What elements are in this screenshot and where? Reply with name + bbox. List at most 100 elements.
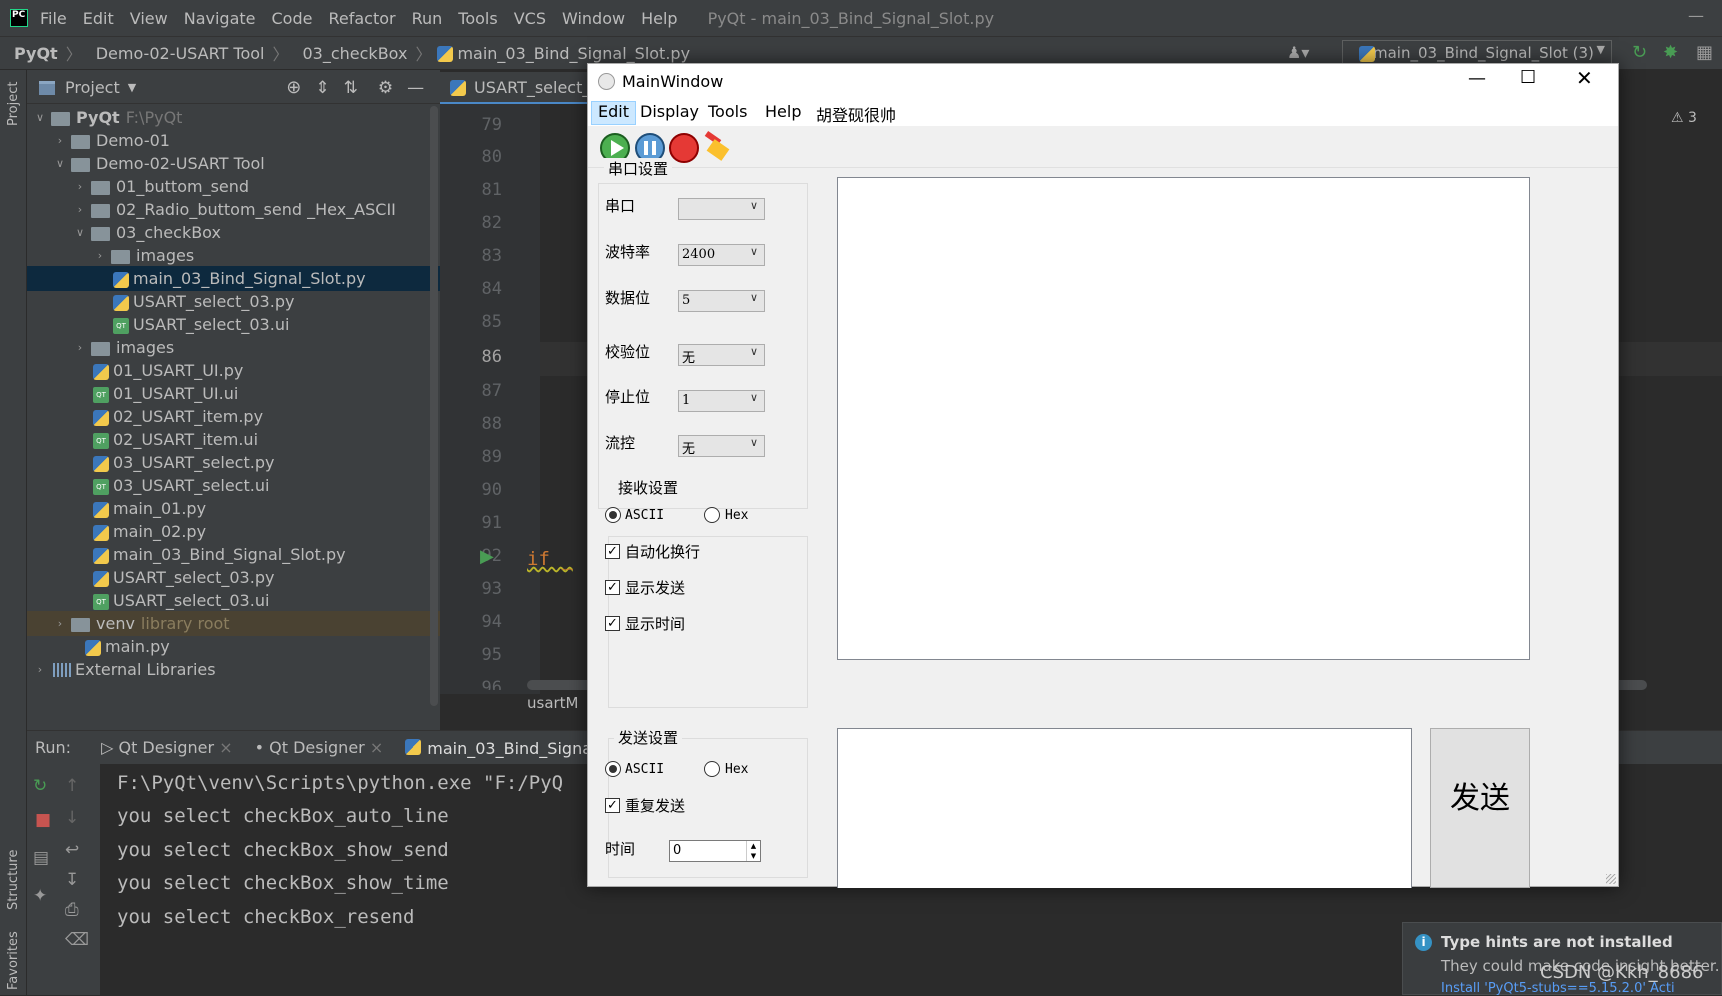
pin-icon[interactable]: ✦ — [33, 886, 47, 906]
tree-item-02-radio[interactable]: › 02_Radio_buttom_send _Hex_ASCII — [27, 197, 440, 222]
menu-code[interactable]: Code — [272, 9, 313, 28]
coverage-icon[interactable]: ▦ — [1696, 42, 1713, 63]
chevron-right-icon[interactable]: › — [53, 134, 67, 147]
send-text-area[interactable] — [837, 728, 1412, 888]
scroll-to-end-icon[interactable]: ↧ — [65, 870, 79, 890]
gear-icon[interactable]: ⚙ — [378, 78, 393, 98]
tree-item-file[interactable]: 03_USART_select.py — [27, 450, 440, 475]
tree-item-main03-selected[interactable]: main_03_Bind_Signal_Slot.py — [27, 266, 440, 291]
menu-navigate[interactable]: Navigate — [184, 9, 256, 28]
notification-popup[interactable]: i Type hints are not installed They coul… — [1402, 922, 1722, 996]
hide-panel-icon[interactable]: — — [407, 78, 424, 98]
tree-item-file[interactable]: QT 02_USART_item.ui — [27, 427, 440, 452]
window-titlebar[interactable]: MainWindow — ☐ ✕ — [588, 64, 1618, 100]
collapse-all-icon[interactable]: ⇅ — [344, 78, 358, 98]
menu-file[interactable]: File — [40, 9, 67, 28]
breadcrumb-checkbox[interactable]: 03_checkBox — [302, 44, 407, 63]
run-gutter-icon[interactable]: ▶ — [480, 546, 494, 567]
repeat-send-checkbox[interactable]: ✓ — [605, 798, 620, 813]
tree-item-demo01[interactable]: › Demo-01 — [27, 128, 440, 153]
menu-refactor[interactable]: Refactor — [328, 9, 395, 28]
chevron-right-icon[interactable]: › — [93, 249, 107, 262]
tree-item-file[interactable]: main_03_Bind_Signal_Slot.py — [27, 542, 440, 567]
run-tab-main03[interactable]: main_03_Bind_Signal — [405, 738, 596, 758]
minimize-icon[interactable]: — — [1468, 68, 1486, 89]
tree-item-demo02[interactable]: ∨ Demo-02-USART Tool — [27, 151, 440, 176]
menu-view[interactable]: View — [130, 9, 168, 28]
qt-menu-tools[interactable]: Tools — [702, 102, 753, 121]
receive-text-area[interactable] — [837, 177, 1530, 660]
tree-item-usart-select-py[interactable]: USART_select_03.py — [27, 289, 440, 314]
chevron-down-icon[interactable]: ∨ — [73, 226, 87, 239]
tree-item-file[interactable]: QT 01_USART_UI.ui — [27, 381, 440, 406]
tree-item-usart-select-ui[interactable]: QT USART_select_03.ui — [27, 312, 440, 337]
send-ascii-radio[interactable] — [605, 761, 621, 777]
port-combo[interactable]: ∨ — [678, 198, 765, 220]
soft-wrap-icon[interactable]: ↩ — [65, 840, 79, 860]
tree-item-file[interactable]: main_02.py — [27, 519, 440, 544]
menu-edit[interactable]: Edit — [83, 9, 114, 28]
chevron-right-icon[interactable]: › — [33, 663, 47, 676]
rerun-icon[interactable]: ↻ — [33, 776, 47, 796]
stopbits-combo[interactable]: 1 ∨ — [678, 390, 765, 412]
record-icon[interactable] — [669, 133, 699, 163]
menu-run[interactable]: Run — [412, 9, 443, 28]
project-scrollbar[interactable] — [430, 106, 438, 706]
chevron-right-icon[interactable]: › — [73, 180, 87, 193]
warning-indicator[interactable]: ⚠ 3 — [1671, 110, 1697, 126]
notification-link[interactable]: Install 'PyQt5-stubs==5.15.2.0' Acti — [1441, 981, 1722, 996]
favorites-label[interactable]: Favorites — [6, 931, 21, 990]
spin-down-icon[interactable]: ▼ — [746, 851, 760, 861]
tree-item-03-checkbox[interactable]: ∨ 03_checkBox — [27, 220, 440, 245]
run-tab-qt-designer-2[interactable]: • Qt Designer × — [255, 738, 384, 757]
auto-newline-checkbox[interactable]: ✓ — [605, 544, 620, 559]
tree-item-file[interactable]: 02_USART_item.py — [27, 404, 440, 429]
tree-item-file[interactable]: QT USART_select_03.ui — [27, 588, 440, 613]
editor-tab-usart-select[interactable]: USART_select_ — [440, 72, 590, 104]
chevron-down-icon[interactable]: ▼ — [128, 81, 136, 94]
menu-tools[interactable]: Tools — [458, 9, 497, 28]
chevron-right-icon[interactable]: › — [73, 341, 87, 354]
recv-hex-radio[interactable] — [704, 507, 720, 523]
user-icon[interactable]: ♟▾ — [1287, 43, 1309, 62]
tree-item-external-libraries[interactable]: › External Libraries — [27, 657, 440, 682]
close-icon[interactable]: × — [219, 738, 232, 757]
minimize-icon[interactable]: — — [1688, 6, 1704, 25]
trash-icon[interactable]: ⌫ — [65, 930, 89, 950]
structure-tool-button[interactable]: Structure — [6, 850, 21, 910]
locate-target-icon[interactable]: ⊕ — [286, 77, 301, 98]
qt-menu-edit[interactable]: Edit — [591, 101, 636, 125]
chevron-right-icon[interactable]: › — [73, 203, 87, 216]
project-tool-button[interactable]: Project — [6, 82, 21, 126]
chevron-right-icon[interactable]: › — [53, 617, 67, 630]
breadcrumb-pyqt[interactable]: PyQt — [14, 44, 58, 63]
tree-item-file[interactable]: main_01.py — [27, 496, 440, 521]
breadcrumb-file[interactable]: main_03_Bind_Signal_Slot.py — [457, 44, 690, 63]
recv-ascii-radio[interactable] — [605, 507, 621, 523]
stop-icon[interactable]: ■ — [35, 810, 51, 830]
show-send-checkbox[interactable]: ✓ — [605, 580, 620, 595]
tree-item-file[interactable]: 01_USART_UI.py — [27, 358, 440, 383]
parity-combo[interactable]: 无 ∨ — [678, 344, 765, 366]
qt-menu-display[interactable]: Display — [634, 102, 705, 121]
send-button[interactable]: 发送 — [1430, 728, 1530, 888]
arrow-down-icon[interactable]: ↓ — [65, 808, 79, 828]
menu-window[interactable]: Window — [562, 9, 625, 28]
project-title[interactable]: Project — [65, 78, 120, 97]
menu-vcs[interactable]: VCS — [514, 9, 546, 28]
tree-item-venv[interactable]: › venv library root — [27, 611, 440, 636]
interval-spinbox[interactable]: 0 ▲ ▼ — [669, 840, 761, 862]
arrow-up-icon[interactable]: ↑ — [65, 776, 79, 796]
baudrate-combo[interactable]: 2400 ∨ — [678, 244, 765, 266]
expand-all-icon[interactable]: ⇕ — [315, 78, 329, 98]
chevron-down-icon[interactable]: ∨ — [33, 111, 47, 124]
tree-item-images[interactable]: › images — [27, 243, 440, 268]
layout-icon[interactable]: ▤ — [33, 848, 49, 868]
debug-bug-icon[interactable]: ✸ — [1663, 42, 1678, 63]
clear-broom-icon[interactable] — [701, 130, 731, 163]
databits-combo[interactable]: 5 ∨ — [678, 290, 765, 312]
tree-item-file[interactable]: QT 03_USART_select.ui — [27, 473, 440, 498]
send-hex-radio[interactable] — [704, 761, 720, 777]
close-icon[interactable]: × — [370, 738, 383, 757]
tree-item-pyqt[interactable]: ∨ PyQt F:\PyQt — [27, 105, 440, 130]
